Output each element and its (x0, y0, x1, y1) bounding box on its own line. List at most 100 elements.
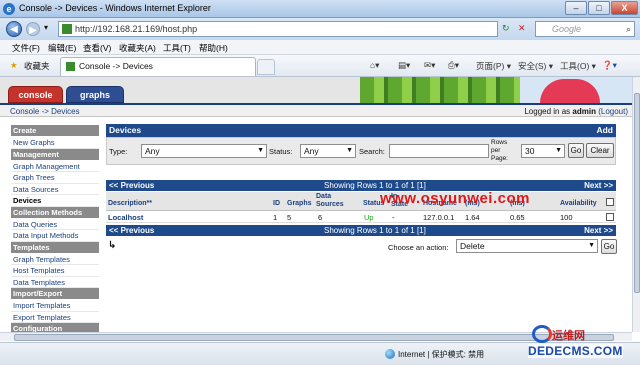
sidebar-item-devices[interactable]: Devices (11, 195, 99, 207)
new-tab-button[interactable] (257, 59, 275, 75)
sidebar-item-import-templates[interactable]: Import Templates (11, 300, 99, 312)
next-link[interactable]: Next >> (584, 225, 613, 236)
browser-tab[interactable]: Console -> Devices (60, 57, 256, 76)
device-average-ms: 0.65 (510, 213, 525, 222)
status-select[interactable]: Any ▼ (300, 144, 356, 158)
globe-icon (385, 349, 395, 359)
close-button[interactable]: X (611, 1, 638, 15)
tab-graphs[interactable]: graphs (66, 86, 124, 103)
stop-button[interactable]: ✕ (518, 23, 526, 34)
logo-text-top: 运维网 (552, 330, 585, 342)
action-go-button[interactable]: Go (601, 239, 617, 254)
logo-swirl-icon (532, 325, 552, 343)
breadcrumb-bar: Console -> Devices Logged in as admin (L… (0, 103, 632, 117)
go-button[interactable]: Go (568, 143, 584, 158)
status-value: Any (304, 146, 319, 156)
rows-per-page-select[interactable]: 30 ▼ (521, 144, 565, 158)
ie-logo-icon: e (3, 3, 15, 15)
stop-icon: ✕ (518, 23, 526, 33)
tools-menu-label: 工具(O) (560, 61, 590, 71)
pagination-top: << Previous Showing Rows 1 to 1 of 1 [1]… (106, 180, 616, 191)
previous-link[interactable]: << Previous (109, 180, 154, 191)
sidebar-item-graph-templates[interactable]: Graph Templates (11, 254, 99, 265)
clear-button[interactable]: Clear (586, 143, 614, 158)
minimize-button[interactable]: – (565, 1, 587, 15)
menu-tools[interactable]: 工具(T) (163, 42, 191, 54)
print-icon[interactable]: ⎙▾ (448, 60, 459, 71)
menu-file[interactable]: 文件(F) (12, 42, 40, 54)
forward-button[interactable]: ▶ (26, 22, 40, 36)
maximize-button[interactable]: □ (588, 1, 610, 15)
sidebar-header-templates: Templates (11, 241, 99, 253)
search-input[interactable]: Google ⌕ (535, 21, 635, 37)
sidebar-item-data-input-methods[interactable]: Data Input Methods (11, 230, 99, 242)
login-info: Logged in as admin (Logout) (524, 107, 628, 116)
sidebar-item-data-sources[interactable]: Data Sources (11, 184, 99, 195)
back-button[interactable]: ◀ (6, 21, 22, 37)
col-data-sources[interactable]: Data Sources (316, 193, 346, 209)
devices-header: Devices Add (106, 124, 616, 137)
feeds-icon[interactable]: ▤▾ (398, 60, 410, 71)
favorites-bar: ★ 收藏夹 Console -> Devices ⌂▾ ▤▾ ✉▾ ⎙▾ 页面(… (0, 55, 640, 77)
row-checkbox[interactable] (606, 213, 614, 221)
col-description[interactable]: Description** (108, 200, 152, 208)
sidebar-item-host-templates[interactable]: Host Templates (11, 265, 99, 277)
previous-link[interactable]: << Previous (109, 225, 154, 236)
sidebar-header-management: Management (11, 148, 99, 160)
sidebar-item-data-templates[interactable]: Data Templates (11, 277, 99, 288)
safety-menu[interactable]: 安全(S) ▾ (518, 60, 553, 72)
favorites-button[interactable]: 收藏夹 (24, 60, 50, 72)
help-icon[interactable]: ❓▾ (602, 60, 617, 71)
sidebar-item-graph-management[interactable]: Graph Management (11, 161, 99, 172)
filter-panel: Type: Any ▼ Status: Any ▼ Search: Rows per… (106, 137, 616, 165)
window-title: Console -> Devices - Windows Internet Ex… (19, 3, 211, 13)
logout-link[interactable]: (Logout) (598, 107, 628, 116)
sidebar-item-data-queries[interactable]: Data Queries (11, 219, 99, 230)
breadcrumb[interactable]: Console -> Devices (10, 107, 80, 116)
sidebar-header-create: Create (11, 125, 99, 136)
sidebar-item-graph-trees[interactable]: Graph Trees (11, 172, 99, 184)
menu-favorites[interactable]: 收藏夹(A) (119, 42, 156, 54)
page-menu[interactable]: 页面(P) ▾ (476, 60, 511, 72)
add-device-link[interactable]: Add (596, 124, 613, 137)
menu-help[interactable]: 帮助(H) (199, 42, 228, 54)
menu-view[interactable]: 查看(V) (83, 42, 111, 54)
menu-bar: 文件(F) 编辑(E) 查看(V) 收藏夹(A) 工具(T) 帮助(H) (0, 40, 640, 55)
menu-edit[interactable]: 编辑(E) (48, 42, 76, 54)
select-all-checkbox[interactable] (606, 198, 614, 206)
tools-menu[interactable]: 工具(O) ▾ (560, 60, 596, 72)
sidebar-item-new-graphs[interactable]: New Graphs (11, 137, 99, 149)
search-icon[interactable]: ⌕ (626, 22, 631, 36)
type-label: Type: (109, 147, 128, 156)
mail-icon[interactable]: ✉▾ (424, 60, 435, 71)
type-value: Any (145, 146, 160, 156)
refresh-button[interactable]: ↻ (502, 23, 510, 34)
type-select[interactable]: Any ▼ (141, 144, 267, 158)
address-url: http://192.168.21.169/host.php (75, 24, 198, 34)
history-dropdown[interactable]: ▾ (44, 23, 48, 32)
device-description-link[interactable]: Localhost (108, 213, 143, 222)
arrow-left-icon: ◀ (10, 24, 18, 35)
action-row: ↳ Choose an action: Delete ▼ Go (106, 238, 617, 254)
col-availability[interactable]: Availability (560, 200, 597, 208)
address-input[interactable]: http://192.168.21.169/host.php (58, 21, 498, 37)
tab-console[interactable]: console (8, 86, 63, 103)
action-select[interactable]: Delete ▼ (456, 239, 598, 253)
action-label: Choose an action: (388, 243, 449, 252)
logo-text-bottom: DEDECMS.COM (528, 344, 623, 358)
sidebar-item-export-templates[interactable]: Export Templates (11, 312, 99, 323)
next-link[interactable]: Next >> (584, 180, 613, 191)
home-icon[interactable]: ⌂▾ (370, 60, 379, 71)
console-sidebar: Create New Graphs Management Graph Manageme… (11, 125, 99, 335)
col-id[interactable]: ID (273, 200, 280, 208)
device-search-input[interactable] (389, 144, 489, 158)
page-menu-label: 页面(P) (476, 61, 505, 71)
device-data-sources: 6 (318, 213, 323, 222)
scroll-thumb[interactable] (634, 93, 640, 293)
return-arrow-icon: ↳ (108, 240, 117, 251)
site-favicon-icon (62, 24, 72, 34)
col-graphs[interactable]: Graphs (287, 200, 312, 208)
vertical-scrollbar[interactable] (632, 77, 640, 332)
tab-favicon-icon (66, 62, 75, 71)
scroll-thumb[interactable] (14, 334, 614, 341)
